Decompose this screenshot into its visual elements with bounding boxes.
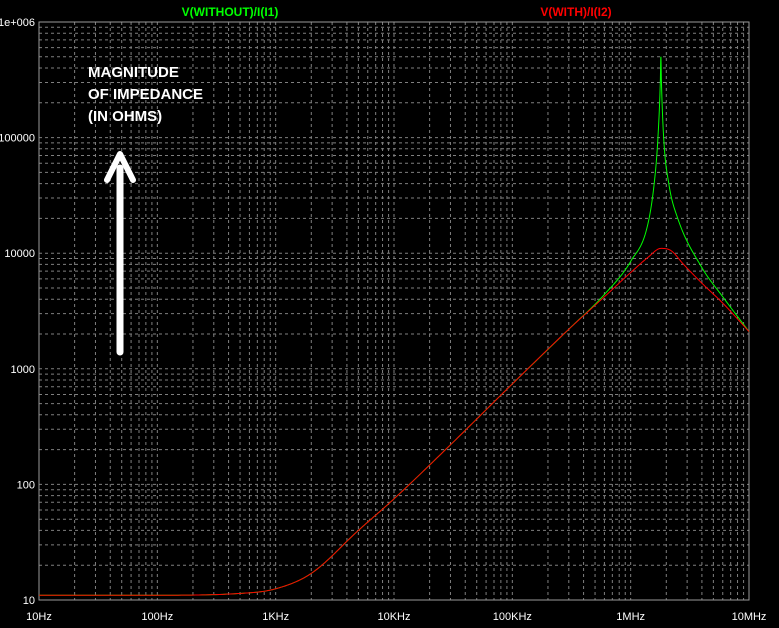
- chart-frame: 10Hz 100Hz 1KHz 10KHz 100KHz 1MHz 10MHz 10 100 1…: [0, 0, 779, 628]
- y-tick-label: 10: [23, 595, 35, 607]
- annotation-line-1: MAGNITUDE: [88, 64, 179, 81]
- x-tick-label: 10KHz: [377, 611, 410, 623]
- legend-entry-1: V(WITHOUT)/I(I1): [182, 5, 279, 19]
- x-tick-label: 1KHz: [262, 611, 289, 623]
- x-tick-label: 100KHz: [493, 611, 532, 623]
- x-tick-label: 100Hz: [141, 611, 173, 623]
- x-tick-label: 10MHz: [732, 611, 767, 623]
- y-tick-label: 1e+006: [0, 17, 35, 29]
- y-tick-label: 100000: [0, 133, 35, 145]
- annotation-line-2: OF IMPEDANCE: [88, 86, 203, 103]
- annotation-line-3: (IN OHMS): [88, 108, 162, 125]
- x-tick-label: 1MHz: [616, 611, 645, 623]
- y-tick-label: 10000: [4, 248, 35, 260]
- x-tick-label: 10Hz: [26, 611, 52, 623]
- y-tick-label: 100: [17, 479, 35, 491]
- y-tick-label: 1000: [11, 364, 35, 376]
- legend-entry-2: V(WITH)/I(I2): [540, 5, 611, 19]
